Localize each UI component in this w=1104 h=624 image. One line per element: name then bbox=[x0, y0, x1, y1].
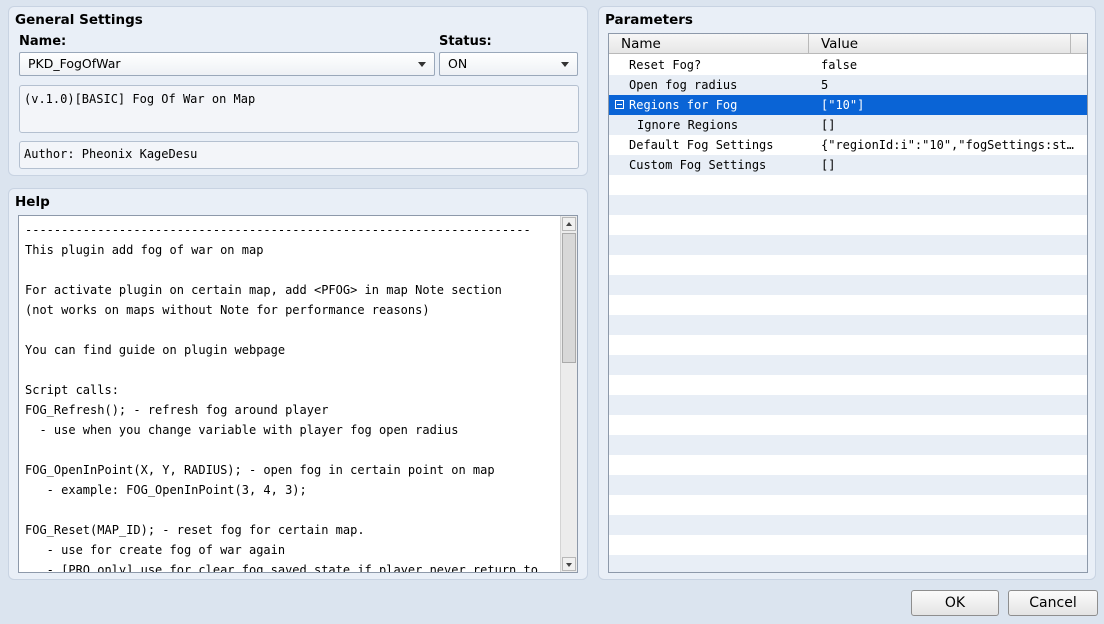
help-panel: Help -----------------------------------… bbox=[8, 188, 588, 580]
help-scrollbar[interactable] bbox=[560, 216, 577, 572]
arrow-down-icon bbox=[566, 563, 572, 567]
table-body: Reset Fog? false Open fog radius 5 Regio… bbox=[609, 55, 1087, 572]
description-field[interactable]: (v.1.0)[BASIC] Fog Of War on Map bbox=[19, 85, 579, 133]
table-header: Name Value bbox=[609, 34, 1087, 54]
table-row[interactable]: Default Fog Settings {"regionId:i":"10",… bbox=[609, 135, 1087, 155]
parameters-panel: Parameters Name Value Reset Fog? false O… bbox=[598, 6, 1096, 580]
arrow-up-icon bbox=[566, 222, 572, 226]
empty-row bbox=[609, 375, 1087, 395]
empty-row bbox=[609, 475, 1087, 495]
empty-row bbox=[609, 415, 1087, 435]
param-name: Regions for Fog bbox=[629, 98, 738, 112]
plugin-name-select[interactable]: PKD_FogOfWar bbox=[19, 52, 435, 76]
param-value: {"regionId:i":"10","fogSettings:st… bbox=[821, 138, 1074, 152]
scroll-thumb[interactable] bbox=[562, 233, 576, 363]
param-name: Reset Fog? bbox=[629, 58, 702, 72]
param-value: [] bbox=[821, 158, 836, 172]
empty-row bbox=[609, 335, 1087, 355]
empty-row bbox=[609, 435, 1087, 455]
general-settings-panel: General Settings Name: PKD_FogOfWar Stat… bbox=[8, 6, 588, 176]
param-name: Open fog radius bbox=[629, 78, 738, 92]
table-row-selected[interactable]: Regions for Fog ["10"] bbox=[609, 95, 1087, 115]
name-label: Name: bbox=[19, 34, 67, 49]
param-value: 5 bbox=[821, 78, 829, 92]
column-header-name[interactable]: Name bbox=[609, 34, 809, 54]
plugin-name-value: PKD_FogOfWar bbox=[28, 56, 121, 71]
table-row[interactable]: Custom Fog Settings [] bbox=[609, 155, 1087, 175]
empty-row bbox=[609, 295, 1087, 315]
parameters-title: Parameters bbox=[605, 12, 693, 28]
param-value: false bbox=[821, 58, 858, 72]
parameters-table: Name Value Reset Fog? false Open fog rad… bbox=[608, 33, 1088, 573]
help-title: Help bbox=[15, 194, 50, 210]
empty-row bbox=[609, 355, 1087, 375]
table-row[interactable]: Reset Fog? false bbox=[609, 55, 1087, 75]
help-text: ----------------------------------------… bbox=[25, 223, 538, 572]
param-name: Custom Fog Settings bbox=[629, 158, 767, 172]
empty-row bbox=[609, 515, 1087, 535]
chevron-down-icon bbox=[418, 62, 426, 67]
param-name: Ignore Regions bbox=[637, 118, 739, 132]
param-value: [] bbox=[821, 118, 836, 132]
empty-row bbox=[609, 235, 1087, 255]
scroll-up-button[interactable] bbox=[562, 217, 576, 231]
param-value: ["10"] bbox=[821, 98, 865, 112]
table-row[interactable]: Ignore Regions [] bbox=[609, 115, 1087, 135]
empty-row bbox=[609, 275, 1087, 295]
ok-button[interactable]: OK bbox=[911, 590, 999, 616]
status-select[interactable]: ON bbox=[439, 52, 578, 76]
empty-row bbox=[609, 175, 1087, 195]
empty-row bbox=[609, 535, 1087, 555]
help-textarea[interactable]: ----------------------------------------… bbox=[18, 215, 578, 573]
empty-row bbox=[609, 315, 1087, 335]
empty-row bbox=[609, 255, 1087, 275]
empty-row bbox=[609, 195, 1087, 215]
column-header-value[interactable]: Value bbox=[809, 34, 1071, 54]
author-field[interactable]: Author: Pheonix KageDesu bbox=[19, 141, 579, 169]
empty-row bbox=[609, 495, 1087, 515]
param-name: Default Fog Settings bbox=[629, 138, 774, 152]
cancel-button[interactable]: Cancel bbox=[1008, 590, 1098, 616]
empty-row bbox=[609, 215, 1087, 235]
empty-row bbox=[609, 395, 1087, 415]
status-value: ON bbox=[448, 56, 468, 71]
scroll-down-button[interactable] bbox=[562, 557, 576, 571]
general-settings-title: General Settings bbox=[15, 12, 143, 28]
status-label: Status: bbox=[439, 34, 492, 49]
chevron-down-icon bbox=[561, 62, 569, 67]
empty-row bbox=[609, 555, 1087, 572]
empty-row bbox=[609, 455, 1087, 475]
collapse-icon[interactable] bbox=[615, 100, 624, 109]
table-row[interactable]: Open fog radius 5 bbox=[609, 75, 1087, 95]
